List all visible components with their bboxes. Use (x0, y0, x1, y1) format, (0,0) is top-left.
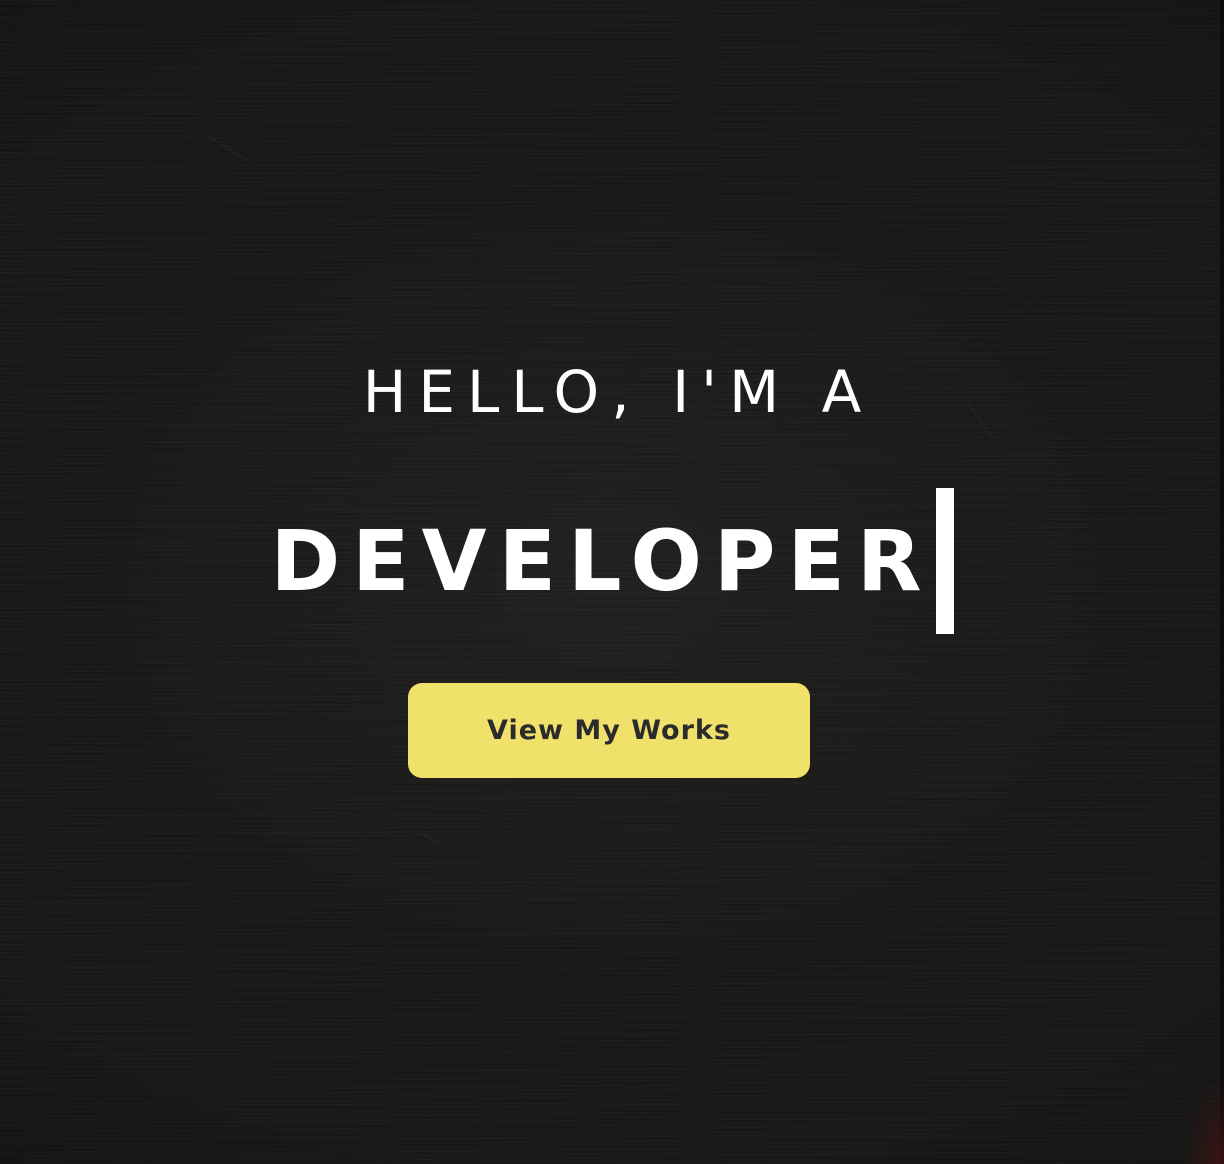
hero-role-text: DEVELOPER (270, 512, 934, 610)
hero-section: HELLO, I'M A DEVELOPER View My Works (0, 0, 1224, 1164)
texture-scratch (421, 832, 441, 845)
hero-greeting: HELLO, I'M A (362, 358, 874, 426)
texture-scratch (208, 136, 254, 165)
corner-shadow (1184, 1074, 1224, 1164)
typing-cursor (935, 488, 954, 634)
view-my-works-button[interactable]: View My Works (408, 683, 810, 778)
hero-role-line: DEVELOPER (0, 488, 1224, 634)
